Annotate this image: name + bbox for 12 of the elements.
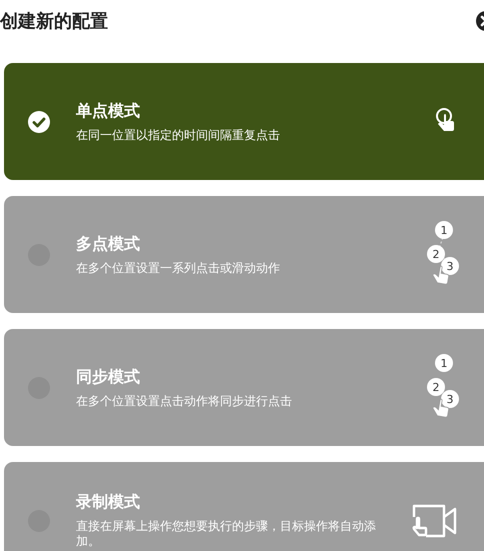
mode-card[interactable]: 多点模式 在多个位置设置一系列点击或滑动动作 1 2 3 <box>4 196 484 313</box>
mode-title: 多点模式 <box>76 234 141 254</box>
mode-description: 在多个位置设置一系列点击或滑动动作 <box>76 260 281 276</box>
mode-card[interactable]: 同步模式 在多个位置设置点击动作将同步进行点击 1 2 3 <box>4 329 484 446</box>
mode-card[interactable]: 单点模式 在同一位置以指定的时间间隔重复点击 <box>4 63 484 180</box>
mode-description: 在同一位置以指定的时间间隔重复点击 <box>76 128 281 142</box>
mode-description: 在多个位置设置点击动作将同步进行点击 <box>76 394 293 408</box>
mode-description: 直接在屏幕上操作您想要执行的步骤，目标操作将自动添加。 <box>76 519 377 549</box>
checkmark-icon <box>28 110 50 132</box>
mode-title: 同步模式 <box>76 366 141 388</box>
mode-title: 单点模式 <box>76 100 141 122</box>
mode-title: 录制模式 <box>76 492 141 513</box>
